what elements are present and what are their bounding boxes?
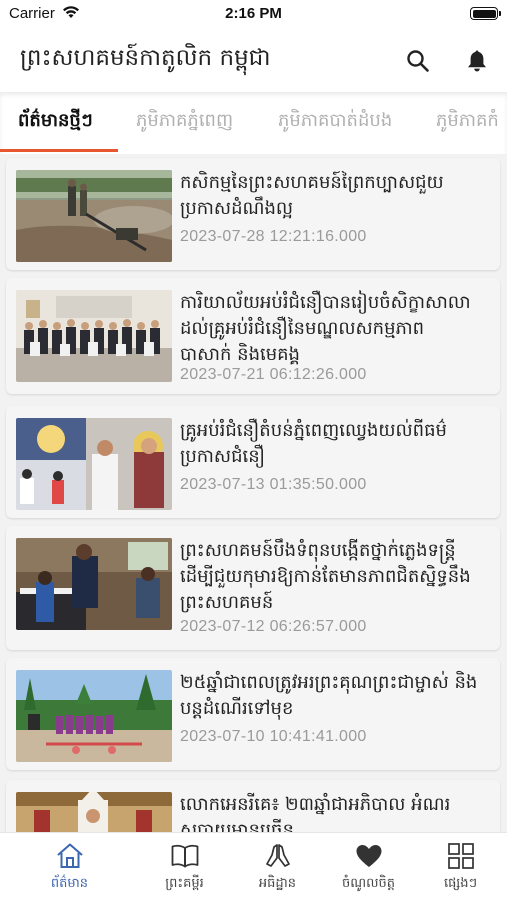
news-title-line: គ្រូអប់រំជំនឿតំបន់ភ្នំពេញឈ្វេងយល់ពីធម៌	[180, 420, 447, 441]
news-card[interactable]: គ្រូអប់រំជំនឿតំបន់ភ្នំពេញឈ្វេងយល់ពីធម៌ ប…	[6, 406, 500, 518]
praying-hands-icon	[266, 844, 290, 867]
tab-latest-news[interactable]: ព័ត៌មានថ្មីៗ	[18, 108, 93, 135]
news-date: 2023-07-10 10:41:41.000	[180, 728, 367, 745]
grid-icon	[448, 843, 474, 869]
nav-news[interactable]: ព័ត៌មាន	[19, 833, 120, 900]
bell-icon[interactable]	[464, 48, 490, 74]
news-title-line: ព្រះសហគមន៍បឹងទំពុនបង្កើតថ្នាក់ភ្លេងទន្ត្…	[180, 540, 456, 561]
nav-label: ព្រះគម្ពីរ	[165, 876, 204, 891]
news-title-line: ២៥ឆ្នាំជាពេលត្រូវអរព្រះគុណព្រះជាម្ចាស់ ន…	[180, 672, 478, 693]
news-card[interactable]: ព្រះសហគមន៍បឹងទំពុនបង្កើតថ្នាក់ភ្លេងទន្ត្…	[6, 526, 500, 650]
news-title: ព្រះសហគមន៍បឹងទំពុនបង្កើតថ្នាក់ភ្លេងទន្ត្…	[180, 538, 496, 616]
news-title: គ្រូអប់រំជំនឿតំបន់ភ្នំពេញឈ្វេងយល់ពីធម៌ ប…	[180, 418, 496, 470]
status-time: 2:16 PM	[225, 5, 282, 22]
news-title-line: ការិយាល័យអប់រំជំនឿបានរៀបចំសិក្ខាសាលា	[180, 292, 471, 313]
news-title-line: ប្រកាសដំណឹងល្អ	[180, 198, 294, 219]
news-title-line: បាសាក់ និងមេគង្គ	[180, 344, 300, 365]
news-feed[interactable]: កសិកម្មនៃព្រះសហគមន៍ព្រៃកប្បាសជួយ ប្រកាសដ…	[0, 154, 507, 832]
home-icon	[57, 843, 83, 868]
news-thumbnail	[16, 670, 172, 762]
nav-label: អធិដ្ឋាន	[258, 876, 297, 891]
news-card[interactable]: ២៥ឆ្នាំជាពេលត្រូវអរព្រះគុណព្រះជាម្ចាស់ ន…	[6, 658, 500, 770]
news-title-line: កសិកម្មនៃព្រះសហគមន៍ព្រៃកប្បាសជួយ	[180, 172, 444, 193]
status-bar: Carrier 2:16 PM	[0, 0, 507, 30]
news-title-line: ដល់គ្រូអប់រំជំនឿនៃមណ្ឌលសកម្មភាព	[180, 318, 425, 339]
news-title-line: ដើម្បីជួយកុមារឱ្យកាន់តែមានភាពជិតស្និទ្ធន…	[180, 566, 471, 587]
app-header: ព្រះសហគមន៍កាតូលិក កម្ពុជា	[0, 30, 507, 92]
nav-bible[interactable]: ព្រះគម្ពីរ	[134, 833, 235, 900]
news-title: កសិកម្មនៃព្រះសហគមន៍ព្រៃកប្បាសជួយ ប្រកាសដ…	[180, 170, 496, 222]
nav-label: ព័ត៌មាន	[50, 876, 89, 891]
news-date: 2023-07-13 01:35:50.000	[180, 476, 367, 493]
book-icon	[171, 844, 199, 868]
active-tab-indicator	[0, 149, 118, 152]
news-title-line: សបាយមានច្រើន	[180, 820, 294, 832]
app-title: ព្រះសហគមន៍កាតូលិក កម្ពុជា	[20, 45, 271, 71]
nav-label: ចំណូលចិត្ត	[341, 876, 395, 891]
news-title-line: លោកអេនរីគេ៖ ២៣ឆ្នាំជាអភិបាល អំណរ	[180, 794, 451, 815]
bottom-tab-bar: ព័ត៌មាន ព្រះគម្ពីរ អធិដ្ឋាន ចំណូលចិត្ត ផ…	[0, 832, 507, 900]
news-title-line: ព្រះសហគមន៍	[180, 592, 274, 613]
search-icon[interactable]	[405, 48, 431, 74]
news-card[interactable]: លោកអេនរីគេ៖ ២៣ឆ្នាំជាអភិបាល អំណរ សបាយមាន…	[6, 780, 500, 832]
news-title-line: ប្រកាសជំនឿ	[180, 446, 265, 467]
tab-battambang[interactable]: ភូមិភាគបាត់ដំបង	[278, 108, 392, 135]
news-date: 2023-07-12 06:26:57.000	[180, 618, 367, 635]
category-tabs: ព័ត៌មានថ្មីៗ ភូមិភាគភ្នំពេញ ភូមិភាគបាត់ដ…	[0, 92, 507, 154]
nav-prayer[interactable]: អធិដ្ឋាន	[227, 833, 328, 900]
news-thumbnail	[16, 170, 172, 262]
nav-favorites[interactable]: ចំណូលចិត្ត	[318, 833, 419, 900]
news-date: 2023-07-21 06:12:26.000	[180, 366, 367, 383]
battery-icon	[470, 7, 501, 20]
news-title: លោកអេនរីគេ៖ ២៣ឆ្នាំជាអភិបាល អំណរ សបាយមាន…	[180, 792, 496, 832]
news-thumbnail	[16, 290, 172, 382]
tab-phnom-penh[interactable]: ភូមិភាគភ្នំពេញ	[136, 108, 233, 135]
tab-kampong-cham[interactable]: ភូមិភាគកំ	[436, 108, 499, 135]
news-thumbnail	[16, 418, 172, 510]
news-thumbnail	[16, 538, 172, 630]
news-card[interactable]: ការិយាល័យអប់រំជំនឿបានរៀបចំសិក្ខាសាលា ដល់…	[6, 278, 500, 394]
news-title-line: បន្តដំណើរទៅមុខ	[180, 698, 294, 719]
news-thumbnail	[16, 792, 172, 832]
news-title: ២៥ឆ្នាំជាពេលត្រូវអរព្រះគុណព្រះជាម្ចាស់ ន…	[180, 670, 496, 722]
nav-label: ផ្សេងៗ	[443, 876, 478, 891]
heart-icon	[356, 845, 382, 867]
news-date: 2023-07-28 12:21:16.000	[180, 228, 367, 245]
news-card[interactable]: កសិកម្មនៃព្រះសហគមន៍ព្រៃកប្បាសជួយ ប្រកាសដ…	[6, 158, 500, 270]
nav-more[interactable]: ផ្សេងៗ	[410, 833, 507, 900]
news-title: ការិយាល័យអប់រំជំនឿបានរៀបចំសិក្ខាសាលា ដល់…	[180, 290, 496, 368]
